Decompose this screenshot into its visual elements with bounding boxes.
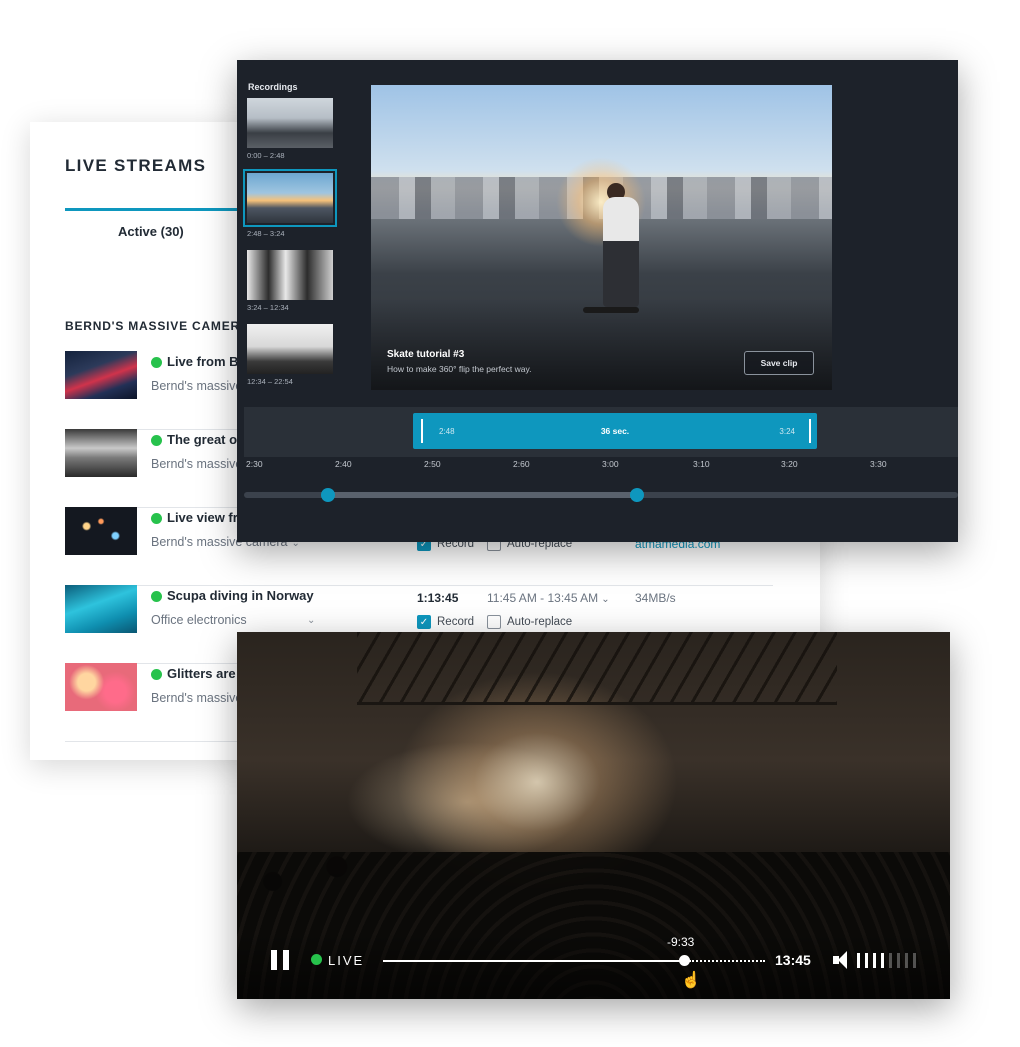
- timeline-tick: 3:30: [870, 459, 887, 469]
- zoom-range-start-knob[interactable]: [321, 488, 335, 502]
- total-time: 13:45: [775, 952, 811, 968]
- recording-thumbnail: [247, 98, 333, 148]
- stream-bitrate: 34MB/s: [635, 591, 676, 605]
- live-status-dot: [151, 591, 162, 602]
- timeline-tick: 2:30: [246, 459, 263, 469]
- recording-item-selected[interactable]: 2:48 – 3:24: [243, 169, 337, 238]
- record-label: Record: [437, 616, 475, 628]
- stream-thumbnail: [65, 663, 137, 711]
- live-indicator-dot: [311, 954, 322, 965]
- recordings-editor: Recordings 0:00 – 2:48 2:48 – 3:24 3:24 …: [237, 60, 958, 542]
- volume-bar[interactable]: [881, 953, 884, 968]
- time-remaining: -9:33: [667, 935, 695, 949]
- recordings-label: Recordings: [248, 82, 298, 92]
- volume-icon[interactable]: [833, 950, 851, 970]
- recording-item[interactable]: 0:00 – 2:48: [247, 98, 333, 160]
- tab-active[interactable]: Active (30): [118, 224, 184, 239]
- auto-replace-label: Auto-replace: [507, 616, 573, 628]
- volume-bar[interactable]: [897, 953, 900, 968]
- save-clip-button[interactable]: Save clip: [744, 351, 814, 375]
- recording-time: 2:48 – 3:24: [247, 229, 285, 238]
- volume-bar[interactable]: [905, 953, 908, 968]
- video-title: Skate tutorial #3: [387, 349, 465, 360]
- live-status-dot: [151, 435, 162, 446]
- video-preview[interactable]: Skate tutorial #3 How to make 360° flip …: [371, 85, 832, 390]
- checkmark-icon: ✓: [417, 615, 431, 629]
- recording-item[interactable]: 12:34 – 22:54: [247, 324, 333, 386]
- clip-range[interactable]: 2:48 36 sec. 3:24: [413, 413, 817, 449]
- clip-end-time: 3:24: [779, 427, 795, 436]
- volume-bar[interactable]: [913, 953, 916, 968]
- timeline-tick: 2:50: [424, 459, 441, 469]
- timeline-tick: 3:20: [781, 459, 798, 469]
- timeline-tick: 3:00: [602, 459, 619, 469]
- zoom-range-selection[interactable]: [328, 492, 637, 498]
- volume-bar[interactable]: [873, 953, 876, 968]
- clip-end-handle[interactable]: [809, 419, 811, 443]
- live-status-dot: [151, 669, 162, 680]
- clip-length: 36 sec.: [600, 426, 630, 436]
- hand-pointer-icon: ☝: [681, 972, 701, 989]
- recording-thumbnail: [243, 169, 337, 227]
- progress-knob[interactable]: [679, 955, 690, 966]
- record-checkbox[interactable]: ✓ Record: [417, 615, 474, 629]
- skateboard: [583, 307, 639, 313]
- stream-source-dropdown[interactable]: Office electronics ⌄: [151, 613, 381, 627]
- live-label: LIVE: [328, 953, 365, 968]
- pause-icon[interactable]: [271, 950, 289, 970]
- recording-item[interactable]: 3:24 – 12:34: [247, 250, 333, 312]
- volume-bar[interactable]: [865, 953, 868, 968]
- checkbox-empty-icon: [487, 615, 501, 629]
- auto-replace-checkbox[interactable]: Auto-replace: [487, 615, 572, 629]
- zoom-range-end-knob[interactable]: [630, 488, 644, 502]
- section-heading: BERND'S MASSIVE CAMERA: [65, 319, 250, 333]
- volume-bar[interactable]: [857, 953, 860, 968]
- progress-played[interactable]: [383, 960, 683, 962]
- timeline-tick: 2:60: [513, 459, 530, 469]
- chevron-down-icon: ⌄: [601, 594, 610, 605]
- page-title: LIVE STREAMS: [65, 156, 207, 175]
- stream-title[interactable]: Scupa diving in Norway: [167, 588, 314, 603]
- stream-thumbnail: [65, 585, 137, 633]
- live-status-dot: [151, 357, 162, 368]
- stream-time-range: 11:45 AM - 13:45 AM: [487, 591, 599, 605]
- recording-thumbnail: [247, 324, 333, 374]
- stream-thumbnail: [65, 351, 137, 399]
- stream-source-label: Office electronics: [151, 613, 247, 627]
- recording-time: 0:00 – 2:48: [247, 151, 285, 160]
- live-status-dot: [151, 513, 162, 524]
- timeline-tick: 2:40: [335, 459, 352, 469]
- chevron-down-icon: ⌄: [307, 615, 316, 626]
- stream-thumbnail: [65, 429, 137, 477]
- skater-body: [603, 197, 639, 307]
- recording-time: 3:24 – 12:34: [247, 303, 289, 312]
- recording-time: 12:34 – 22:54: [247, 377, 293, 386]
- live-video-player[interactable]: LIVE -9:33 ☝ 13:45: [237, 632, 950, 999]
- stage-lighting-rig: [357, 632, 837, 705]
- volume-bar[interactable]: [889, 953, 892, 968]
- active-tab-indicator: [65, 208, 245, 211]
- timeline-tick: 3:10: [693, 459, 710, 469]
- stream-thumbnail: [65, 507, 137, 555]
- video-subtitle: How to make 360° flip the perfect way.: [387, 364, 532, 374]
- progress-remaining[interactable]: [689, 960, 765, 962]
- stream-time-range-dropdown[interactable]: 11:45 AM - 13:45 AM ⌄: [487, 591, 610, 605]
- recording-thumbnail: [247, 250, 333, 300]
- stream-duration: 1:13:45: [417, 591, 459, 605]
